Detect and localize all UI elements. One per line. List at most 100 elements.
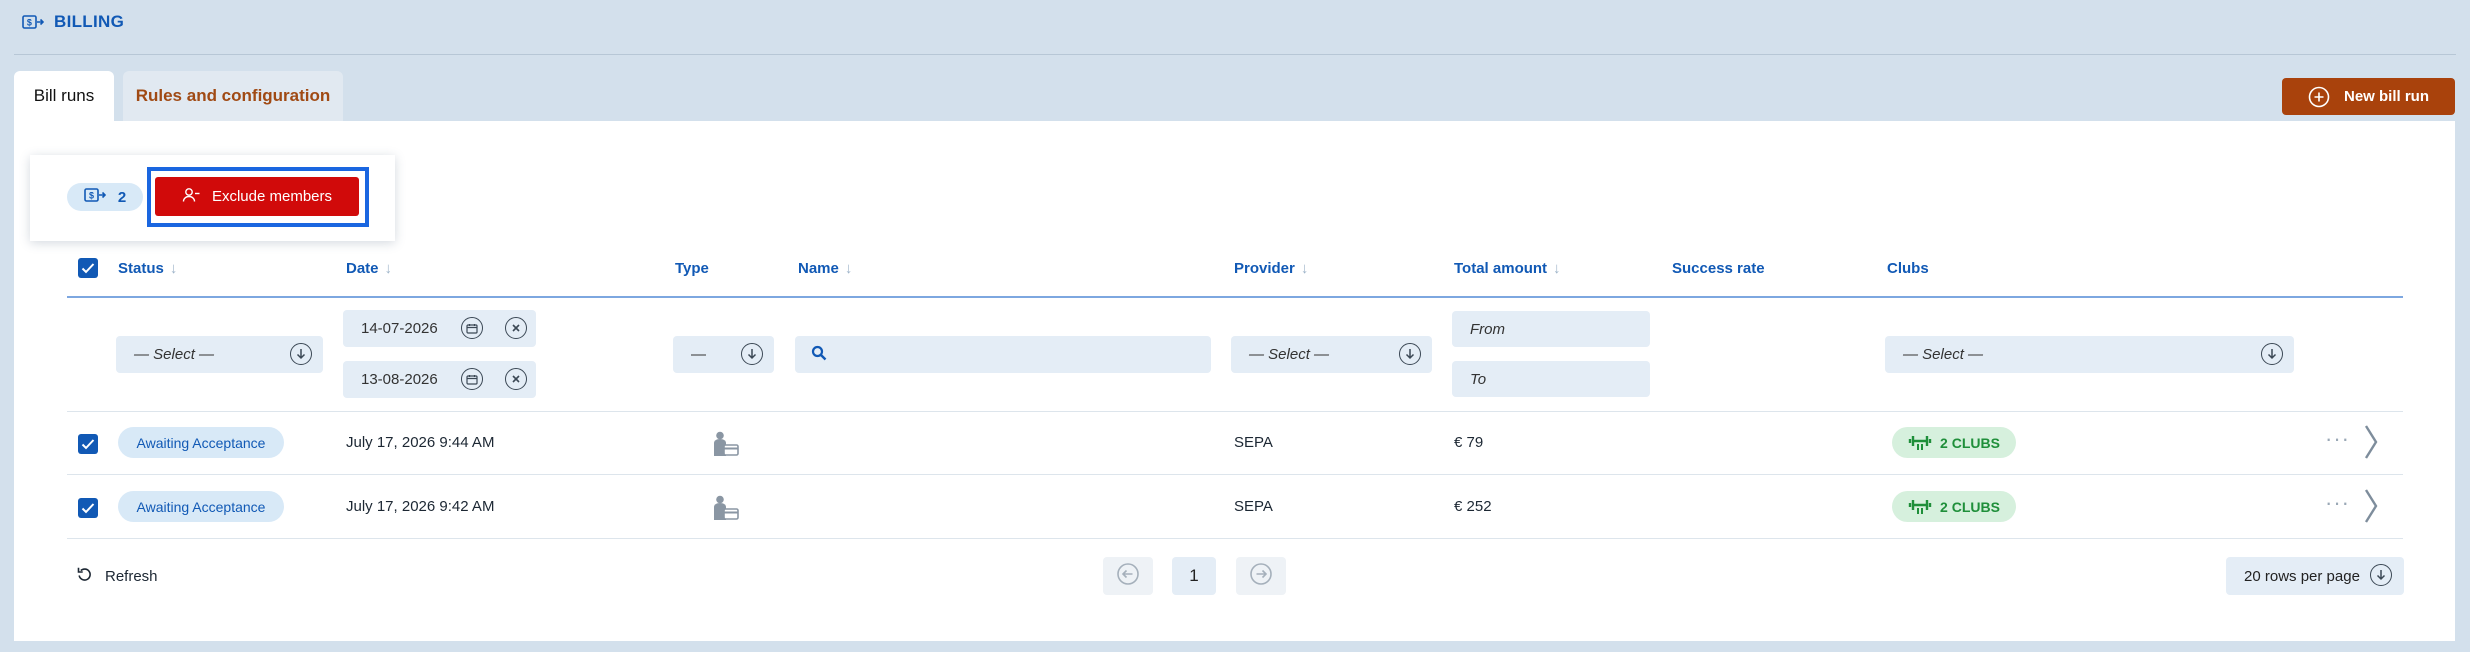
column-header-success-rate: Success rate (1672, 258, 1765, 278)
selected-count: 2 (117, 188, 127, 206)
refresh-label: Refresh (105, 567, 158, 585)
rows-per-page-label: 20 rows per page (2244, 567, 2360, 585)
row-provider: SEPA (1234, 433, 1273, 451)
status-badge: Awaiting Acceptance (118, 491, 284, 522)
sort-arrow-icon: ↓ (844, 259, 853, 277)
date-from-input[interactable]: 14-07-2026 (343, 310, 536, 347)
chevron-right-icon[interactable] (2364, 488, 2378, 529)
status-filter-select[interactable]: — Select — (116, 336, 323, 373)
dropdown-arrow-icon (1399, 343, 1421, 365)
type-filter-placeholder: — (691, 346, 706, 363)
filter-divider (67, 411, 2403, 412)
date-from-value: 14-07-2026 (361, 320, 438, 337)
clubs-filter-select[interactable]: — Select — (1885, 336, 2294, 373)
clubs-badge[interactable]: 2 CLUBS (1892, 427, 2016, 458)
column-header-total-amount[interactable]: Total amount ↓ (1454, 258, 1561, 278)
column-header-date[interactable]: Date ↓ (346, 258, 392, 278)
column-header-name-label: Name (798, 259, 839, 277)
dropdown-arrow-icon (2261, 343, 2283, 365)
column-header-status[interactable]: Status ↓ (118, 258, 177, 278)
page-title: $ BILLING (22, 11, 124, 33)
column-header-total-amount-label: Total amount (1454, 259, 1548, 277)
rows-per-page-select[interactable]: 20 rows per page (2226, 557, 2404, 595)
clear-icon[interactable] (505, 368, 527, 390)
dumbbell-icon (1908, 431, 1932, 454)
clubs-count: 2 CLUBS (1940, 498, 2000, 515)
previous-page-button[interactable] (1103, 557, 1153, 595)
calendar-icon[interactable] (461, 317, 483, 339)
plus-circle-icon (2308, 86, 2330, 108)
sort-arrow-icon: ↓ (384, 259, 393, 277)
tab-rules-and-configuration[interactable]: Rules and configuration (123, 71, 343, 121)
sort-arrow-icon: ↓ (1553, 259, 1561, 277)
row-provider: SEPA (1234, 497, 1273, 515)
row-total-amount: € 252 (1454, 497, 1492, 515)
name-search-input[interactable] (795, 336, 1211, 373)
row-date: July 17, 2026 9:44 AM (346, 433, 495, 451)
exclude-members-button[interactable]: Exclude members (155, 177, 359, 216)
type-filter-select[interactable]: — (673, 336, 774, 373)
provider-filter-placeholder: — Select — (1249, 346, 1330, 363)
status-filter-placeholder: — Select — (134, 346, 215, 363)
row-date: July 17, 2026 9:42 AM (346, 497, 495, 515)
date-to-input[interactable]: 13-08-2026 (343, 361, 536, 398)
more-options-icon[interactable]: ··· (2325, 490, 2350, 516)
sort-arrow-icon: ↓ (169, 259, 178, 277)
amount-to-input[interactable]: To (1452, 361, 1650, 397)
arrow-right-icon (1249, 562, 1273, 591)
row-checkbox[interactable] (78, 498, 98, 518)
dropdown-arrow-icon (290, 343, 312, 365)
row-checkbox[interactable] (78, 434, 98, 454)
column-header-type: Type (675, 258, 709, 278)
dumbbell-icon (1908, 495, 1932, 518)
refresh-icon (76, 566, 93, 587)
column-header-name[interactable]: Name ↓ (798, 258, 852, 278)
provider-filter-select[interactable]: — Select — (1231, 336, 1432, 373)
billing-icon: $ (22, 14, 44, 30)
row-total-amount: € 79 (1454, 433, 1484, 451)
column-header-clubs-label: Clubs (1887, 259, 1929, 277)
selected-count-badge: $ 2 (67, 183, 143, 211)
amount-from-input[interactable]: From (1452, 311, 1650, 347)
member-card-icon (712, 495, 740, 526)
column-header-type-label: Type (675, 259, 709, 277)
svg-text:$: $ (27, 18, 32, 28)
column-header-success-rate-label: Success rate (1672, 259, 1765, 277)
amount-from-placeholder: From (1470, 320, 1505, 338)
chevron-right-icon[interactable] (2364, 424, 2378, 465)
clubs-filter-placeholder: — Select — (1903, 346, 1984, 363)
exclude-members-label: Exclude members (211, 188, 333, 205)
new-bill-run-button[interactable]: New bill run (2282, 78, 2455, 115)
refresh-button[interactable]: Refresh (76, 566, 158, 586)
checkmark-icon (81, 263, 95, 274)
checkmark-icon (81, 439, 95, 450)
dropdown-arrow-icon (2370, 564, 2392, 586)
column-header-status-label: Status (118, 259, 164, 277)
dropdown-arrow-icon (741, 343, 763, 365)
new-bill-run-label: New bill run (2343, 88, 2429, 105)
billing-icon: $ (84, 187, 106, 207)
clubs-count: 2 CLUBS (1940, 434, 2000, 451)
date-to-value: 13-08-2026 (361, 371, 438, 388)
page-title-text: BILLING (54, 12, 125, 31)
search-icon (811, 345, 827, 365)
column-header-provider[interactable]: Provider ↓ (1234, 258, 1308, 278)
header-divider (14, 54, 2456, 55)
clubs-badge[interactable]: 2 CLUBS (1892, 491, 2016, 522)
column-header-provider-label: Provider (1234, 259, 1295, 277)
calendar-icon[interactable] (461, 368, 483, 390)
column-header-date-label: Date (346, 259, 379, 277)
sort-arrow-icon: ↓ (1300, 259, 1309, 277)
more-options-icon[interactable]: ··· (2325, 426, 2350, 452)
select-all-checkbox[interactable] (78, 258, 98, 278)
row-divider (67, 538, 2403, 539)
column-header-clubs: Clubs (1887, 258, 1929, 278)
amount-to-placeholder: To (1470, 370, 1487, 388)
arrow-left-icon (1116, 562, 1140, 591)
tab-bill-runs[interactable]: Bill runs (14, 71, 114, 121)
current-page[interactable]: 1 (1172, 557, 1216, 595)
row-divider (67, 474, 2403, 475)
clear-icon[interactable] (505, 317, 527, 339)
next-page-button[interactable] (1236, 557, 1286, 595)
checkmark-icon (81, 503, 95, 514)
